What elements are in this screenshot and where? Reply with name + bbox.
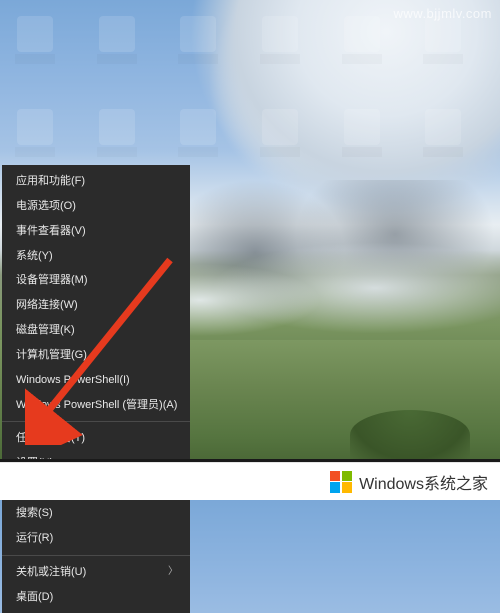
branding-bar: Windows系统之家 — [0, 462, 500, 500]
menu-separator — [2, 421, 190, 422]
menu-item-label: 运行(R) — [16, 531, 53, 546]
menu-item-label: 电源选项(O) — [16, 199, 76, 214]
brand-logo: Windows系统之家 — [330, 470, 488, 494]
menu-item-disk-management[interactable]: 磁盘管理(K) — [2, 318, 190, 343]
desktop-icon[interactable] — [168, 103, 228, 163]
desktop-icon[interactable] — [87, 103, 147, 163]
menu-item-label: 桌面(D) — [16, 590, 53, 605]
menu-item-label: 搜索(S) — [16, 506, 53, 521]
menu-item-powershell[interactable]: Windows PowerShell(I) — [2, 368, 190, 393]
desktop-icons-grid — [0, 5, 500, 185]
menu-item-search[interactable]: 搜索(S) — [2, 501, 190, 526]
menu-item-power-options[interactable]: 电源选项(O) — [2, 194, 190, 219]
menu-item-event-viewer[interactable]: 事件查看器(V) — [2, 219, 190, 244]
menu-item-label: Windows PowerShell(I) — [16, 373, 130, 388]
chevron-right-icon: 〉 — [168, 565, 178, 579]
menu-item-task-manager[interactable]: 任务管理器(T) — [2, 426, 190, 451]
menu-item-computer-management[interactable]: 计算机管理(G) — [2, 343, 190, 368]
menu-item-network-connections[interactable]: 网络连接(W) — [2, 293, 190, 318]
menu-item-label: 计算机管理(G) — [16, 348, 87, 363]
desktop-icon[interactable] — [87, 10, 147, 70]
menu-item-label: Windows PowerShell (管理员)(A) — [16, 398, 177, 413]
desktop-icon[interactable] — [5, 103, 65, 163]
menu-item-desktop[interactable]: 桌面(D) — [2, 585, 190, 610]
menu-item-label: 磁盘管理(K) — [16, 323, 75, 338]
desktop-icon[interactable] — [250, 103, 310, 163]
desktop-icon[interactable] — [413, 103, 473, 163]
menu-item-label: 事件查看器(V) — [16, 224, 86, 239]
menu-item-label: 应用和功能(F) — [16, 174, 85, 189]
watermark-url: www.bjjmlv.com — [394, 6, 493, 21]
desktop-icon[interactable] — [332, 103, 392, 163]
grassland-hillock — [350, 410, 470, 460]
menu-item-label: 任务管理器(T) — [16, 431, 85, 446]
menu-item-label: 关机或注销(U) — [16, 565, 86, 580]
menu-item-shutdown-signout[interactable]: 关机或注销(U) 〉 — [2, 560, 190, 585]
menu-item-label: 系统(Y) — [16, 249, 53, 264]
desktop-icon[interactable] — [5, 10, 65, 70]
windows-logo-icon — [330, 471, 352, 493]
menu-item-apps-features[interactable]: 应用和功能(F) — [2, 169, 190, 194]
menu-item-powershell-admin[interactable]: Windows PowerShell (管理员)(A) — [2, 393, 190, 418]
winx-context-menu: 应用和功能(F) 电源选项(O) 事件查看器(V) 系统(Y) 设备管理器(M)… — [2, 165, 190, 613]
menu-item-system[interactable]: 系统(Y) — [2, 244, 190, 269]
menu-item-label: 设备管理器(M) — [16, 273, 88, 288]
menu-separator — [2, 555, 190, 556]
menu-item-label: 网络连接(W) — [16, 298, 78, 313]
desktop-icon[interactable] — [332, 10, 392, 70]
desktop-icon[interactable] — [250, 10, 310, 70]
menu-item-device-manager[interactable]: 设备管理器(M) — [2, 268, 190, 293]
menu-item-run[interactable]: 运行(R) — [2, 526, 190, 551]
brand-text: Windows系统之家 — [359, 470, 488, 494]
desktop-icon[interactable] — [168, 10, 228, 70]
